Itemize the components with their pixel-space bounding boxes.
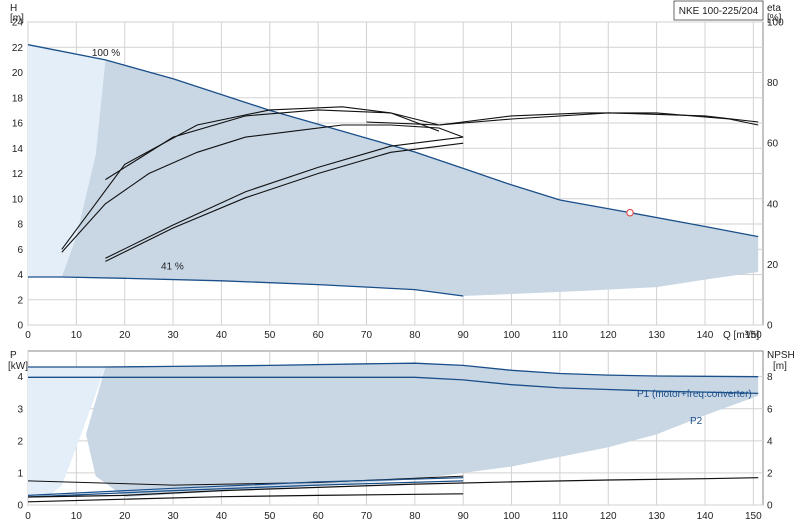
npsh-axis-title: NPSH — [767, 350, 795, 361]
x-tick-label: 30 — [168, 330, 180, 341]
chart-title: NKE 100-225/204 — [679, 6, 759, 17]
x-tick-label: 10 — [71, 330, 83, 341]
npsh-y-right-tick-label: 2 — [767, 468, 773, 479]
power-y-left-tick-label: 1 — [17, 468, 23, 479]
pump-curve-chart: 100 % 41 % 0 10 20 30 40 50 60 70 80 90 100 110 120 130… — [0, 0, 800, 520]
npsh-y-right-tick-label: 6 — [767, 404, 773, 415]
power-x-tick-label: 100 — [503, 511, 520, 520]
x-tick-label: 100 — [503, 330, 520, 341]
power-y-left-tick-label: 4 — [17, 372, 23, 383]
y-right-axis-unit: [%] — [767, 13, 782, 24]
power-x-tick-label: 10 — [71, 511, 83, 520]
y-left-tick-label: 6 — [17, 245, 23, 256]
y-right-tick-label: 80 — [767, 78, 779, 89]
y-right-tick-label: 60 — [767, 139, 779, 150]
y-left-tick-label: 8 — [17, 220, 23, 231]
x-tick-label: 50 — [264, 330, 276, 341]
y-left-tick-label: 4 — [17, 270, 23, 281]
npsh-y-right-tick-label: 4 — [767, 436, 773, 447]
y-left-tick-label: 10 — [12, 194, 24, 205]
power-x-tick-label: 90 — [458, 511, 470, 520]
power-x-tick-label: 0 — [25, 511, 31, 520]
speed-label-41: 41 % — [161, 261, 184, 272]
power-axis-title: P — [10, 350, 17, 361]
duty-point-marker — [626, 208, 634, 217]
npsh-y-right-tick-label: 8 — [767, 372, 773, 383]
power-x-tick-label: 140 — [697, 511, 714, 520]
y-left-tick-label: 16 — [12, 119, 24, 130]
y-right-tick-label: 0 — [767, 321, 773, 332]
power-x-tick-label: 60 — [313, 511, 325, 520]
x-tick-label: 70 — [361, 330, 373, 341]
x-tick-label: 40 — [216, 330, 228, 341]
x-tick-label: 80 — [409, 330, 421, 341]
legend-p1-label: P1 (motor+freq.converter) — [637, 389, 752, 400]
y-left-tick-label: 14 — [12, 144, 24, 155]
power-x-tick-label: 70 — [361, 511, 373, 520]
power-x-tick-label: 20 — [119, 511, 131, 520]
speed-label-100: 100 % — [92, 48, 120, 59]
y-left-tick-label: 22 — [12, 43, 24, 54]
power-y-left-tick-label: 3 — [17, 404, 23, 415]
x-tick-label: 60 — [313, 330, 325, 341]
x-tick-label: 130 — [648, 330, 665, 341]
power-axis-unit: [kW] — [8, 361, 28, 372]
y-left-axis-unit: [m] — [10, 13, 24, 24]
x-tick-label: 140 — [697, 330, 714, 341]
power-x-tick-label: 130 — [648, 511, 665, 520]
x-tick-label: 0 — [25, 330, 31, 341]
power-x-tick-label: 150 — [745, 511, 762, 520]
y-left-tick-label: 2 — [17, 295, 23, 306]
x-axis-title: Q [m³/h] — [723, 330, 759, 341]
x-tick-label: 20 — [119, 330, 131, 341]
power-y-left-tick-label: 0 — [17, 501, 23, 512]
power-x-tick-label: 120 — [600, 511, 617, 520]
x-tick-label: 120 — [600, 330, 617, 341]
y-left-tick-label: 0 — [17, 321, 23, 332]
power-x-tick-label: 80 — [409, 511, 421, 520]
legend-p2-label: P2 — [690, 416, 703, 427]
power-x-tick-label: 50 — [264, 511, 276, 520]
y-left-tick-label: 18 — [12, 93, 24, 104]
npsh-y-right-tick-label: 0 — [767, 501, 773, 512]
y-right-tick-label: 40 — [767, 199, 779, 210]
y-left-tick-label: 20 — [12, 68, 24, 79]
y-left-tick-label: 12 — [12, 169, 24, 180]
y-right-tick-label: 20 — [767, 260, 779, 271]
chart-svg: 100 %41 %0 10 20 30 40 50 60 70 80 90 100 110 120 130… — [8, 0, 795, 520]
power-x-tick-label: 30 — [168, 511, 180, 520]
x-tick-label: 90 — [458, 330, 470, 341]
x-tick-label: 110 — [552, 330, 568, 341]
power-y-left-tick-label: 2 — [17, 436, 23, 447]
power-x-tick-label: 110 — [552, 511, 568, 520]
npsh-axis-unit: [m] — [773, 361, 787, 372]
power-x-tick-label: 40 — [216, 511, 228, 520]
